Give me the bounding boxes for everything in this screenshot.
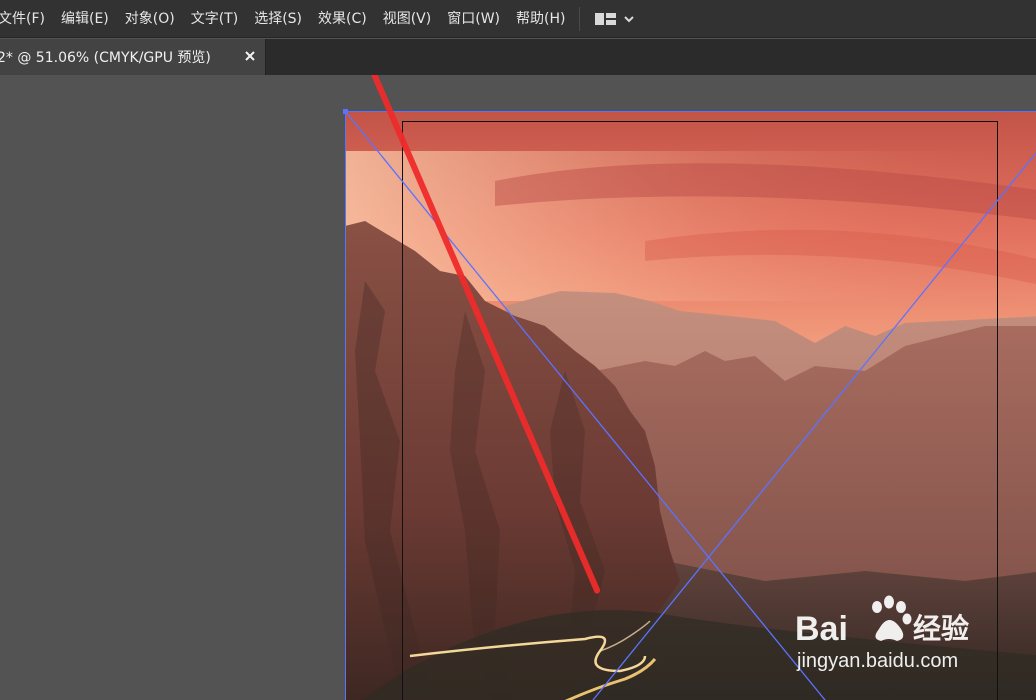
menu-view[interactable]: 视图(V) [375,0,440,38]
watermark-url: jingyan.baidu.com [796,650,958,672]
menu-bar: 文件(F) 编辑(E) 对象(O) 文字(T) 选择(S) 效果(C) 视图(V… [0,0,1036,38]
watermark-brand-suffix: 经验 [913,612,969,645]
menu-help[interactable]: 帮助(H) [508,0,573,38]
menu-window[interactable]: 窗口(W) [439,0,508,38]
workspace-switcher-button[interactable] [588,0,642,38]
document-tab-title: 2* @ 51.06% (CMYK/GPU 预览) [0,50,211,66]
menu-file[interactable]: 文件(F) [0,0,53,38]
document-tab-bar: 2* @ 51.06% (CMYK/GPU 预览) [0,39,1036,75]
document-tab[interactable]: 2* @ 51.06% (CMYK/GPU 预览) [0,39,266,75]
menu-edit[interactable]: 编辑(E) [53,0,117,38]
menu-effect[interactable]: 效果(C) [310,0,375,38]
close-icon[interactable] [243,49,257,63]
canvas-area[interactable]: Bai 经验 jingyan.baidu.com [0,75,1036,700]
chevron-down-icon [624,15,635,22]
watermark-brand: Bai [795,610,848,648]
menu-separator [579,6,581,31]
workspace-layout-icon [595,12,617,25]
menu-type[interactable]: 文字(T) [183,0,246,38]
baidu-paw-icon [872,595,912,641]
menu-select[interactable]: 选择(S) [246,0,310,38]
illustrator-window: 文件(F) 编辑(E) 对象(O) 文字(T) 选择(S) 效果(C) 视图(V… [0,0,1036,700]
baidu-jingyan-watermark: Bai 经验 jingyan.baidu.com [793,585,993,675]
menu-object[interactable]: 对象(O) [117,0,183,38]
